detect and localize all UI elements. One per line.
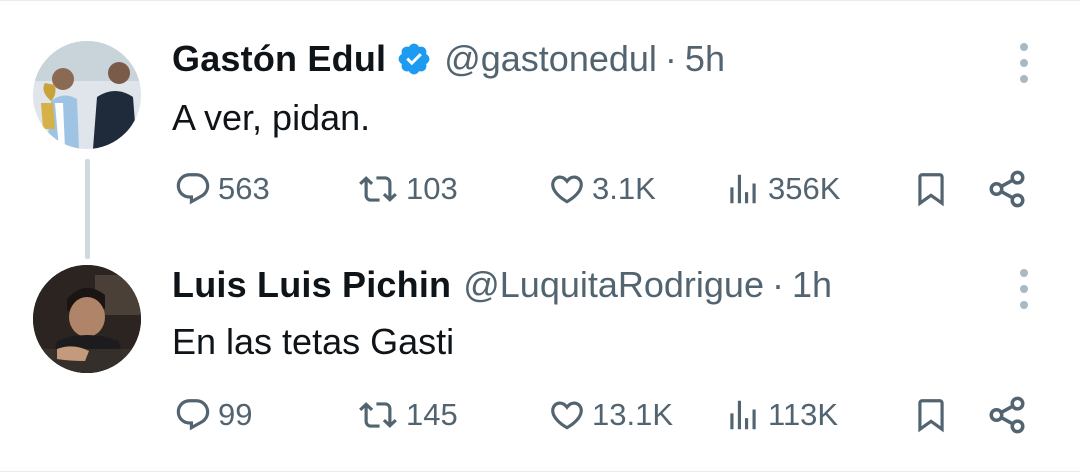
reply-count: 99 bbox=[218, 397, 253, 432]
display-name[interactable]: Gastón Edul bbox=[172, 38, 386, 80]
handle[interactable]: @LuquitaRodrigue bbox=[463, 264, 764, 306]
avatar[interactable] bbox=[33, 41, 141, 149]
retweet-button[interactable]: 103 bbox=[356, 167, 458, 211]
tweet-text: En las tetas Gasti bbox=[172, 321, 455, 362]
avatar[interactable] bbox=[33, 265, 141, 373]
views-button[interactable]: 356K bbox=[724, 167, 840, 211]
separator: · bbox=[771, 264, 784, 305]
thread-connector bbox=[85, 159, 90, 259]
timestamp[interactable]: 1h bbox=[792, 264, 832, 306]
share-button[interactable] bbox=[986, 167, 1028, 211]
reply-icon bbox=[176, 399, 210, 431]
more-icon[interactable] bbox=[1016, 43, 1032, 83]
share-icon bbox=[989, 396, 1025, 434]
verified-badge-icon bbox=[398, 43, 430, 75]
tweet-thread: Gastón Edul @gastonedul · 5h A ver, pida… bbox=[0, 0, 1080, 472]
views-icon bbox=[730, 174, 756, 204]
reply-icon bbox=[176, 173, 210, 205]
like-count: 13.1K bbox=[592, 397, 674, 432]
like-button[interactable]: 13.1K bbox=[548, 393, 673, 437]
tweet[interactable]: Gastón Edul @gastonedul · 5h A ver, pida… bbox=[0, 1, 1080, 259]
retweet-count: 145 bbox=[406, 397, 458, 432]
like-icon bbox=[551, 175, 583, 204]
more-icon[interactable] bbox=[1016, 269, 1032, 309]
views-count: 356K bbox=[768, 171, 841, 206]
like-button[interactable]: 3.1K bbox=[548, 167, 656, 211]
retweet-count: 103 bbox=[406, 171, 458, 206]
bookmark-icon bbox=[918, 399, 944, 433]
bookmark-icon bbox=[918, 173, 944, 207]
reply-count: 563 bbox=[218, 171, 270, 206]
tweet-header: Luis Luis Pichin @LuquitaRodrigue · 1h bbox=[172, 263, 832, 307]
retweet-icon bbox=[359, 402, 397, 428]
like-icon bbox=[551, 401, 583, 430]
display-name[interactable]: Luis Luis Pichin bbox=[172, 264, 451, 306]
share-icon bbox=[989, 170, 1025, 208]
timestamp[interactable]: 5h bbox=[685, 38, 725, 80]
handle[interactable]: @gastonedul bbox=[444, 38, 657, 80]
tweet-text: A ver, pidan. bbox=[172, 97, 371, 138]
views-icon bbox=[730, 400, 756, 430]
tweet[interactable]: Luis Luis Pichin @LuquitaRodrigue · 1h E… bbox=[0, 251, 1080, 472]
share-button[interactable] bbox=[986, 393, 1028, 437]
views-count: 113K bbox=[768, 397, 839, 432]
views-button[interactable]: 113K bbox=[724, 393, 838, 437]
retweet-icon bbox=[359, 176, 397, 202]
bookmark-button[interactable] bbox=[912, 393, 950, 437]
retweet-button[interactable]: 145 bbox=[356, 393, 458, 437]
reply-button[interactable]: 99 bbox=[174, 393, 252, 437]
bookmark-button[interactable] bbox=[912, 167, 950, 211]
tweet-header: Gastón Edul @gastonedul · 5h bbox=[172, 37, 725, 81]
reply-button[interactable]: 563 bbox=[174, 167, 270, 211]
like-count: 3.1K bbox=[592, 171, 656, 206]
separator: · bbox=[664, 38, 677, 79]
